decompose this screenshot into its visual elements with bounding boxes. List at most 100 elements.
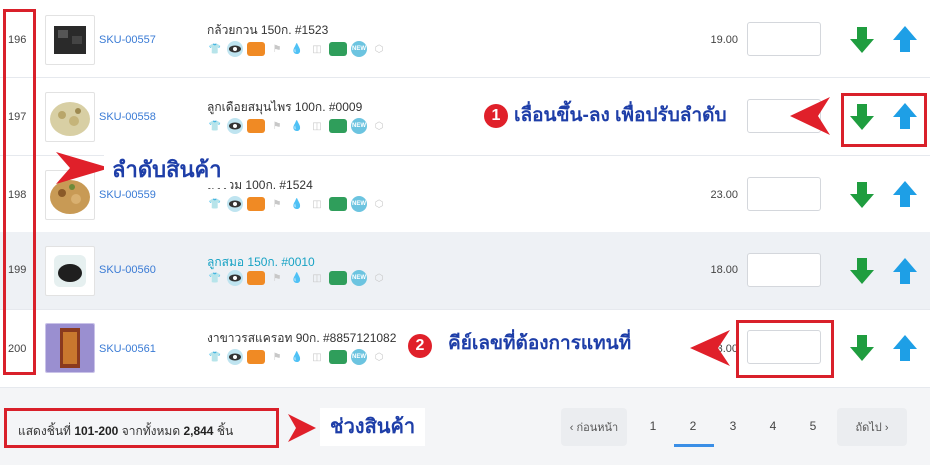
annotation-frame-input: [736, 320, 834, 378]
eye-icon[interactable]: [227, 349, 243, 365]
order-input[interactable]: [747, 253, 821, 287]
annotation-key-label: คีย์เลขที่ต้องการแทนที่: [440, 326, 640, 362]
new-icon[interactable]: NEW: [351, 41, 367, 57]
pagination-page-2[interactable]: 2: [683, 419, 703, 433]
box-icon[interactable]: [247, 350, 265, 364]
annotation-frame-arrows: [841, 93, 927, 147]
move-down-icon[interactable]: [850, 335, 874, 361]
cake-icon[interactable]: ◫: [309, 41, 325, 57]
shirt-icon[interactable]: 👕: [207, 270, 223, 286]
annotation-number-1: 1: [484, 104, 508, 128]
flag-icon[interactable]: ⚑: [269, 41, 285, 57]
drop-icon[interactable]: 💧: [289, 270, 305, 286]
eye-icon[interactable]: [227, 41, 243, 57]
drop-icon[interactable]: 💧: [289, 41, 305, 57]
eye-icon[interactable]: [227, 196, 243, 212]
box-icon[interactable]: [247, 42, 265, 56]
order-input[interactable]: [747, 22, 821, 56]
tag-icon[interactable]: ⬡: [371, 118, 387, 134]
product-flag-icons: 👕 ⚑ 💧 ◫ NEW ⬡: [207, 118, 387, 134]
move-up-icon[interactable]: [893, 181, 917, 207]
new-icon[interactable]: NEW: [351, 196, 367, 212]
product-thumbnail: [45, 323, 95, 373]
tag-icon[interactable]: ⬡: [371, 349, 387, 365]
pagination-active-indicator: [674, 444, 714, 447]
move-down-icon[interactable]: [850, 258, 874, 284]
product-name: งาขาวรสแครอท 90ก. #8857121082: [207, 331, 397, 345]
product-thumbnail: [45, 92, 95, 142]
annotation-arrow-right-icon: [288, 414, 316, 442]
box-icon[interactable]: [247, 271, 265, 285]
truck-icon[interactable]: [329, 119, 347, 133]
truck-icon[interactable]: [329, 197, 347, 211]
product-flag-icons: 👕 ⚑ 💧 ◫ NEW ⬡: [207, 270, 387, 286]
product-sku-link[interactable]: SKU-00560: [99, 264, 156, 276]
new-icon[interactable]: NEW: [351, 349, 367, 365]
table-row: 196 SKU-00557 กล้วยกวน 150ก. #1523 👕 ⚑ 💧…: [0, 0, 930, 78]
order-input[interactable]: [747, 177, 821, 211]
status-suffix: ชิ้น: [213, 424, 234, 438]
product-thumbnail: [45, 246, 95, 296]
pagination-page-1[interactable]: 1: [643, 419, 663, 433]
product-flag-icons: 👕 ⚑ 💧 ◫ NEW ⬡: [207, 41, 387, 57]
eye-icon[interactable]: [227, 270, 243, 286]
move-up-icon[interactable]: [893, 26, 917, 52]
annotation-arrow-right-icon: [56, 152, 110, 184]
status-total: 2,844: [183, 424, 214, 438]
product-sku-link[interactable]: SKU-00557: [99, 34, 156, 46]
cake-icon[interactable]: ◫: [309, 196, 325, 212]
truck-icon[interactable]: [329, 350, 347, 364]
table-row: 199 SKU-00560 ลูกสมอ 150ก. #0010 👕 ⚑ 💧 ◫…: [0, 232, 930, 310]
move-up-icon[interactable]: [893, 258, 917, 284]
product-sku-link[interactable]: SKU-00559: [99, 189, 156, 201]
annotation-frame-order-column: [3, 9, 36, 375]
pagination-page-4[interactable]: 4: [763, 419, 783, 433]
flag-icon[interactable]: ⚑: [269, 349, 285, 365]
product-flag-icons: 👕 ⚑ 💧 ◫ NEW ⬡: [207, 196, 387, 212]
product-flag-icons: 👕 ⚑ 💧 ◫ NEW ⬡: [207, 349, 387, 365]
drop-icon[interactable]: 💧: [289, 349, 305, 365]
shirt-icon[interactable]: 👕: [207, 41, 223, 57]
move-down-icon[interactable]: [850, 182, 874, 208]
new-icon[interactable]: NEW: [351, 118, 367, 134]
shirt-icon[interactable]: 👕: [207, 196, 223, 212]
cake-icon[interactable]: ◫: [309, 270, 325, 286]
eye-icon[interactable]: [227, 118, 243, 134]
move-up-icon[interactable]: [893, 335, 917, 361]
status-prefix: แสดงชิ้นที่: [18, 424, 75, 438]
annotation-range-label: ช่วงสินค้า: [320, 408, 426, 446]
product-sku-link[interactable]: SKU-00558: [99, 111, 156, 123]
tag-icon[interactable]: ⬡: [371, 196, 387, 212]
flag-icon[interactable]: ⚑: [269, 196, 285, 212]
pagination-prev-button[interactable]: ‹ ก่อนหน้า: [561, 408, 627, 446]
pagination-page-3[interactable]: 3: [723, 419, 743, 433]
tag-icon[interactable]: ⬡: [371, 41, 387, 57]
status-range: 101-200: [74, 424, 119, 438]
product-sku-link[interactable]: SKU-00561: [99, 343, 156, 355]
cake-icon[interactable]: ◫: [309, 349, 325, 365]
flag-icon[interactable]: ⚑: [269, 270, 285, 286]
product-name: ลูกเดือยสมุนไพร 100ก. #0009: [207, 100, 363, 114]
cake-icon[interactable]: ◫: [309, 118, 325, 134]
drop-icon[interactable]: 💧: [289, 196, 305, 212]
shirt-icon[interactable]: 👕: [207, 118, 223, 134]
annotation-arrow-left-icon: [790, 97, 830, 135]
box-icon[interactable]: [247, 119, 265, 133]
truck-icon[interactable]: [329, 42, 347, 56]
flag-icon[interactable]: ⚑: [269, 118, 285, 134]
product-price: 23.00: [710, 189, 738, 201]
product-thumbnail: [45, 15, 95, 65]
new-icon[interactable]: NEW: [351, 270, 367, 286]
annotation-move-label: เลื่อนขึ้น-ลง เพื่อปรับลำดับ: [510, 98, 735, 134]
annotation-order-label: ลำดับสินค้า: [104, 152, 230, 188]
product-price: 18.00: [710, 264, 738, 276]
pagination-page-5[interactable]: 5: [803, 419, 823, 433]
move-down-icon[interactable]: [850, 27, 874, 53]
tag-icon[interactable]: ⬡: [371, 270, 387, 286]
box-icon[interactable]: [247, 197, 265, 211]
truck-icon[interactable]: [329, 271, 347, 285]
pagination-next-button[interactable]: ถัดไป ›: [837, 408, 907, 446]
product-price: 19.00: [710, 34, 738, 46]
drop-icon[interactable]: 💧: [289, 118, 305, 134]
shirt-icon[interactable]: 👕: [207, 349, 223, 365]
